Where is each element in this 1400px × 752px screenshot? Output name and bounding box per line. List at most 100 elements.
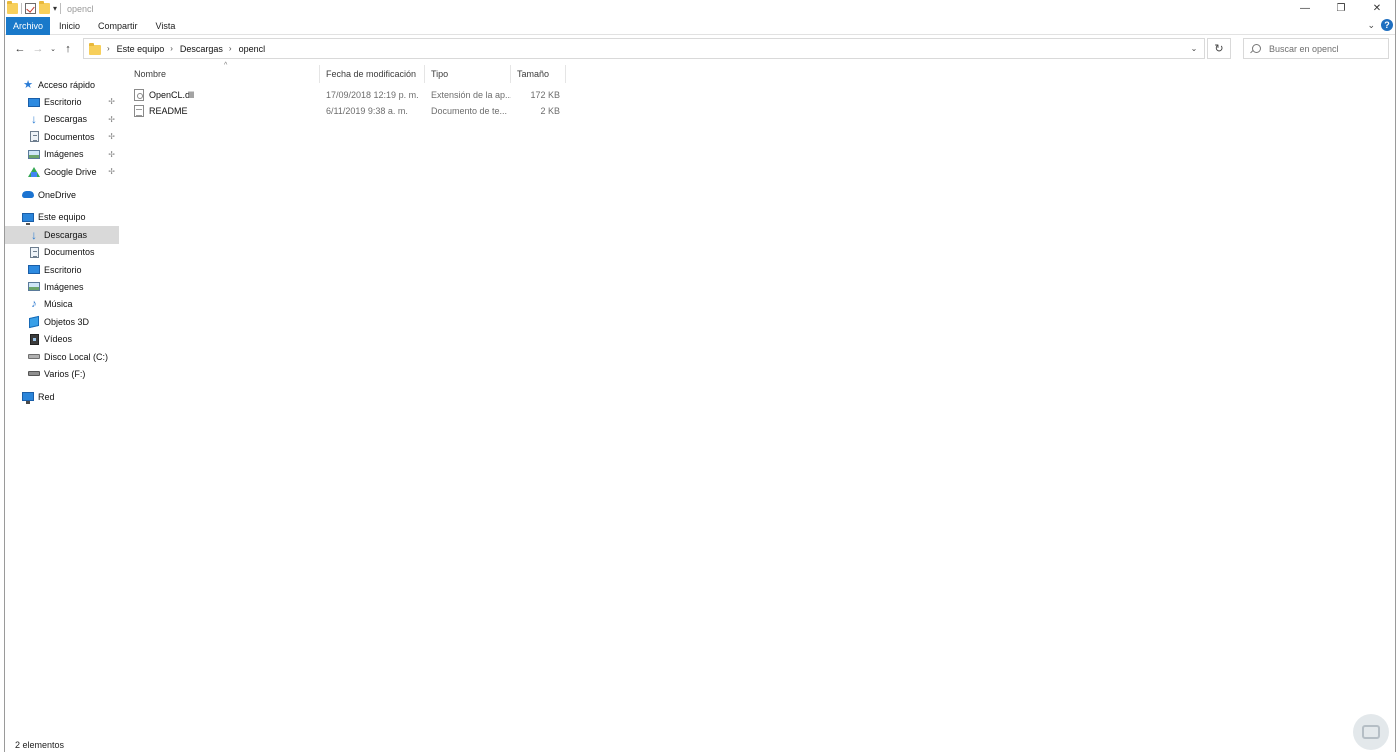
breadcrumb-separator[interactable]: › xyxy=(170,44,173,53)
file-size: 2 KB xyxy=(540,106,560,116)
column-header-fecha[interactable]: Fecha de modificación xyxy=(320,65,425,83)
tab-inicio[interactable]: Inicio xyxy=(50,17,89,35)
sidebar-item-label: Documentos xyxy=(44,247,95,258)
sidebar-item-escritorio-quick[interactable]: Escritorio ✢ xyxy=(5,93,119,110)
table-row[interactable]: README 6/11/2019 9:38 a. m. Documento de… xyxy=(131,103,571,119)
pin-icon[interactable]: ✢ xyxy=(108,97,115,106)
sidebar-item-label: Varios (F:) xyxy=(44,368,86,379)
star-icon: ★ xyxy=(23,79,33,92)
sidebar-item-acceso-rapido[interactable]: ★ Acceso rápido xyxy=(5,76,119,93)
back-button[interactable]: ← xyxy=(11,39,29,59)
sidebar-item-label: Documentos xyxy=(44,131,95,142)
pin-icon[interactable]: ✢ xyxy=(108,150,115,159)
column-header-row: Nombre Fecha de modificación Tipo Tamaño xyxy=(131,65,571,83)
sidebar-item-descargas-quick[interactable]: ↓ Descargas ✢ xyxy=(5,111,119,128)
file-size: 172 KB xyxy=(530,90,560,100)
sidebar-item-imagenes[interactable]: Imágenes xyxy=(5,278,119,295)
sidebar-item-label: Red xyxy=(38,391,55,402)
file-name: README xyxy=(149,106,188,116)
search-input[interactable] xyxy=(1269,43,1379,54)
maximize-button[interactable]: ❐ xyxy=(1323,0,1359,17)
sidebar-item-disco-local-c[interactable]: Disco Local (C:) xyxy=(5,348,119,365)
column-header-tipo[interactable]: Tipo xyxy=(425,65,511,83)
tab-archivo[interactable]: Archivo xyxy=(6,16,51,35)
drive-icon xyxy=(28,371,40,377)
close-button[interactable]: ✕ xyxy=(1359,0,1395,17)
forward-button[interactable]: → xyxy=(29,39,47,59)
network-icon xyxy=(22,392,34,405)
pin-icon[interactable]: ✢ xyxy=(108,132,115,141)
address-bar[interactable]: › Este equipo › Descargas › opencl ⌄ xyxy=(83,38,1205,59)
recent-locations-chevron-icon[interactable]: ⌄ xyxy=(47,39,59,59)
sidebar-item-varios-f[interactable]: Varios (F:) xyxy=(5,365,119,382)
toolbar-divider xyxy=(60,3,62,14)
sidebar-item-label: Música xyxy=(44,299,73,310)
navigation-bar: ← → ⌄ ↑ › Este equipo › Descargas › open… xyxy=(5,38,1395,60)
sidebar-item-imagenes-quick[interactable]: Imágenes ✢ xyxy=(5,146,119,163)
help-icon[interactable]: ? xyxy=(1381,19,1393,31)
properties-icon[interactable] xyxy=(25,3,36,14)
sidebar-item-documentos-quick[interactable]: Documentos ✢ xyxy=(5,128,119,145)
navigation-pane: ★ Acceso rápido Escritorio ✢ ↓ Descargas… xyxy=(5,76,119,406)
ribbon-right-controls: ⌄ ? xyxy=(1367,19,1393,31)
pictures-icon xyxy=(28,282,40,292)
customize-toolbar-chevron-icon[interactable]: ▾ xyxy=(53,4,57,13)
sidebar-item-red[interactable]: Red xyxy=(5,388,119,405)
folder-icon xyxy=(89,42,101,55)
window-title: opencl xyxy=(67,3,94,14)
breadcrumb-opencl[interactable]: opencl xyxy=(239,44,266,54)
google-drive-icon xyxy=(28,166,40,177)
sidebar-item-onedrive[interactable]: OneDrive xyxy=(5,186,119,203)
cloud-icon xyxy=(22,191,34,199)
file-name-cell: OpenCL.dll xyxy=(131,89,320,101)
breadcrumb-separator[interactable]: › xyxy=(107,44,110,53)
sidebar-item-label: Este equipo xyxy=(38,212,86,223)
tab-compartir[interactable]: Compartir xyxy=(89,17,147,35)
address-history-chevron-icon[interactable]: ⌄ xyxy=(1184,39,1204,58)
new-folder-icon[interactable] xyxy=(39,1,50,14)
text-file-icon xyxy=(134,105,144,117)
breadcrumb-este-equipo[interactable]: Este equipo xyxy=(117,44,165,54)
sidebar-item-documentos[interactable]: Documentos xyxy=(5,244,119,261)
up-button[interactable]: ↑ xyxy=(59,39,77,59)
tab-vista[interactable]: Vista xyxy=(147,17,185,35)
sidebar-item-objetos-3d[interactable]: Objetos 3D xyxy=(5,313,119,330)
sidebar-item-label: Vídeos xyxy=(44,334,73,345)
refresh-button[interactable]: ↻ xyxy=(1207,38,1231,59)
breadcrumb-descargas[interactable]: Descargas xyxy=(180,44,223,54)
sidebar-item-musica[interactable]: ♪ Música xyxy=(5,296,119,313)
music-icon: ♪ xyxy=(31,298,37,311)
minimize-button[interactable]: — xyxy=(1287,0,1323,17)
file-date: 17/09/2018 12:19 p. m. xyxy=(326,90,419,100)
search-box[interactable] xyxy=(1243,38,1389,59)
desktop-icon xyxy=(28,265,40,275)
table-row[interactable]: OpenCL.dll 17/09/2018 12:19 p. m. Extens… xyxy=(131,87,571,103)
sidebar-item-label: Disco Local (C:) xyxy=(44,351,109,362)
status-bar-item-count: 2 elementos xyxy=(15,740,65,750)
sidebar-item-label: Imágenes xyxy=(44,281,84,292)
column-header-nombre[interactable]: Nombre xyxy=(131,65,320,83)
quick-access-toolbar: ▾ xyxy=(5,0,62,17)
sidebar-item-label: Escritorio xyxy=(44,97,82,108)
documents-icon xyxy=(29,131,39,143)
column-header-tamano[interactable]: Tamaño xyxy=(511,65,566,83)
sidebar-item-este-equipo[interactable]: Este equipo xyxy=(5,209,119,226)
sidebar-item-label: Acceso rápido xyxy=(38,79,96,90)
pin-icon[interactable]: ✢ xyxy=(108,167,115,176)
pin-icon[interactable]: ✢ xyxy=(108,115,115,124)
download-icon: ↓ xyxy=(31,227,37,242)
pictures-icon xyxy=(28,149,40,159)
folder-icon xyxy=(7,1,18,14)
breadcrumb-separator[interactable]: › xyxy=(229,44,232,53)
sidebar-item-escritorio[interactable]: Escritorio xyxy=(5,261,119,278)
file-explorer-window: ▾ opencl — ❐ ✕ Archivo Inicio Compartir … xyxy=(4,0,1396,752)
file-name: OpenCL.dll xyxy=(149,90,195,100)
sidebar-item-google-drive[interactable]: Google Drive ✢ xyxy=(5,163,119,180)
sidebar-item-descargas[interactable]: ↓ Descargas xyxy=(5,226,119,244)
sidebar-item-label: Descargas xyxy=(44,229,88,240)
desktop-icon xyxy=(28,97,40,107)
computer-icon xyxy=(22,212,34,225)
sidebar-item-videos[interactable]: Vídeos xyxy=(5,330,119,347)
expand-ribbon-chevron-icon[interactable]: ⌄ xyxy=(1367,20,1375,31)
title-bar: ▾ opencl — ❐ ✕ xyxy=(5,0,1395,17)
